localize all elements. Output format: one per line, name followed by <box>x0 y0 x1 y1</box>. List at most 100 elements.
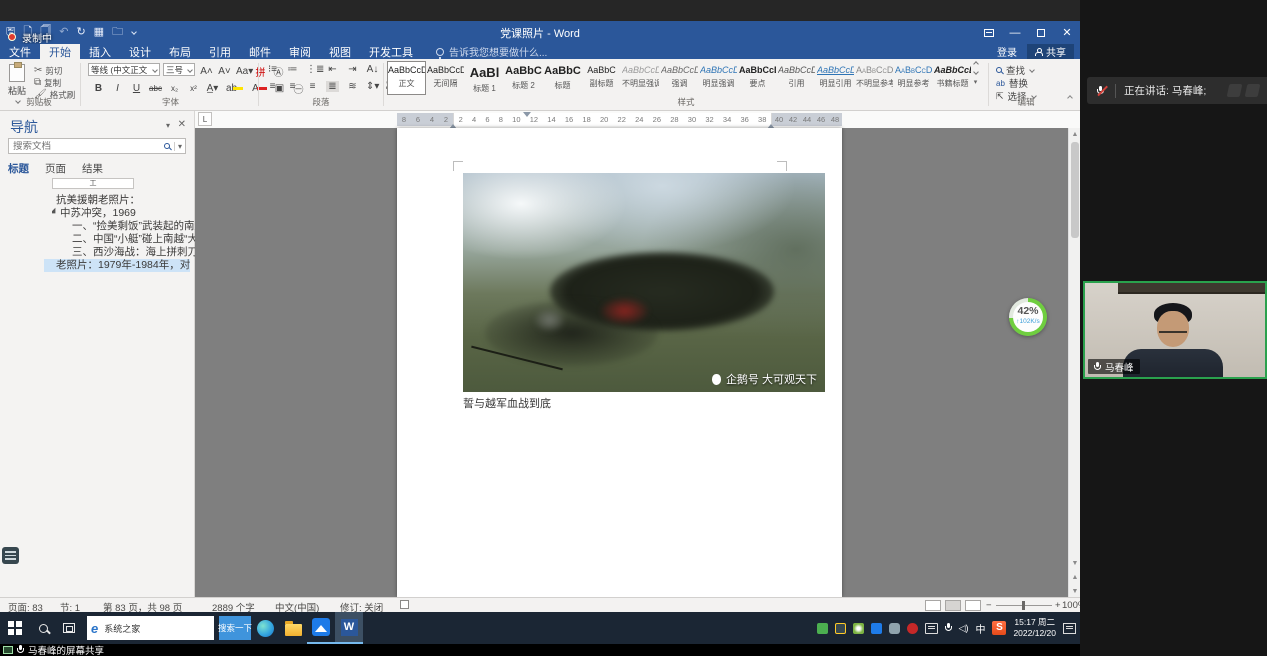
bold-button[interactable]: B <box>92 83 105 94</box>
cut-button[interactable]: ✂剪切 <box>34 65 62 77</box>
ribbon-tab[interactable]: 开始 <box>40 44 80 59</box>
style-item[interactable]: AaBbCcDc 正文 <box>387 61 426 95</box>
styles-more-icon[interactable]: ▾ <box>974 78 978 86</box>
volume-tray-icon[interactable]: ◁) <box>959 623 969 634</box>
meeting-tray-icon[interactable] <box>871 623 882 634</box>
numbering-icon[interactable]: ≔ <box>286 64 299 75</box>
search-go-button[interactable]: 搜索一下 <box>219 616 251 640</box>
align-center-icon[interactable]: ≡ <box>286 81 299 92</box>
panel-arrow-left-icon[interactable] <box>1227 84 1243 97</box>
nav-box-item[interactable]: 工 <box>52 178 134 189</box>
style-item[interactable]: AaBbC 标题 <box>543 61 582 95</box>
find-button[interactable]: 查找 <box>996 64 1034 76</box>
multilevel-list-icon[interactable]: ⋮≣ <box>306 64 319 75</box>
search-icon[interactable] <box>164 143 170 149</box>
align-left-icon[interactable]: ≡ <box>266 81 279 92</box>
font-name-combo[interactable]: 等线 (中文正文 <box>88 63 160 76</box>
style-item[interactable]: AaBbCcD 明显引用 <box>816 61 855 95</box>
taskbar-clock[interactable]: 15:17 周二 2022/12/20 <box>1013 617 1056 639</box>
mic-tray-icon[interactable] <box>945 623 952 633</box>
word-taskbar-icon[interactable]: W <box>335 612 363 644</box>
action-center-icon[interactable] <box>1063 623 1076 634</box>
justify-icon[interactable]: ≣ <box>326 81 339 92</box>
style-item[interactable]: AaBbC 副标题 <box>582 61 621 95</box>
nav-outline-item[interactable]: 抗美援朝老照片： <box>56 194 140 207</box>
ribbon-tab[interactable]: 布局 <box>160 44 200 59</box>
grow-font-icon[interactable]: A˄ <box>200 66 213 77</box>
styles-down-icon[interactable] <box>973 69 979 75</box>
style-item[interactable]: AaBbCcD 引用 <box>777 61 816 95</box>
panel-arrow-right-icon[interactable] <box>1245 84 1261 97</box>
align-right-icon[interactable]: ≡ <box>306 81 319 92</box>
style-item[interactable]: AaBbCcD 强调 <box>660 61 699 95</box>
nav-pane-close-icon[interactable]: ✕ <box>178 119 186 130</box>
ribbon-tab[interactable]: 文件 <box>0 44 40 59</box>
superscript-button[interactable]: x² <box>187 84 200 93</box>
distribute-icon[interactable]: ≋ <box>346 81 359 92</box>
scroll-thumb[interactable] <box>1071 142 1079 238</box>
style-item[interactable]: AaBbCcD 不明显强调 <box>621 61 660 95</box>
battery-tray-icon[interactable] <box>817 623 828 634</box>
monitor-tray-icon[interactable] <box>925 623 938 634</box>
style-item[interactable]: AaBbCcD 明显强调 <box>699 61 738 95</box>
ime-indicator[interactable]: 中 <box>975 621 985 636</box>
underline-button[interactable]: U <box>130 83 143 94</box>
line-spacing-icon[interactable]: ⇕▾ <box>366 81 379 92</box>
bullets-icon[interactable]: ⁝≡ <box>266 64 279 75</box>
ribbon-display-options-icon[interactable] <box>976 21 1002 44</box>
sort-icon[interactable]: A↓ <box>366 64 379 75</box>
subscript-button[interactable]: x₂ <box>168 84 181 93</box>
style-item[interactable]: AaBl 标题 1 <box>465 61 504 95</box>
ribbon-tab[interactable]: 邮件 <box>240 44 280 59</box>
nav-outline-item[interactable]: 二、中国“小艇”碰上南越“大舰” <box>72 233 212 246</box>
style-item[interactable]: AaBbCcDc 无间隔 <box>426 61 465 95</box>
ribbon-tab[interactable]: 设计 <box>120 44 160 59</box>
taskbar-search-icon[interactable] <box>30 612 56 644</box>
phone-tray-icon[interactable] <box>889 623 900 634</box>
strikethrough-button[interactable]: abc <box>149 84 162 93</box>
collapse-ribbon-icon[interactable] <box>1067 89 1072 107</box>
nav-outline-item[interactable]: 一、“捡美剩饭”武装起的南越... <box>72 220 214 233</box>
print-layout-icon[interactable] <box>945 600 961 611</box>
style-item[interactable]: AaBbC 标题 2 <box>504 61 543 95</box>
style-item[interactable]: AaBbCcDc 明显参考 <box>894 61 933 95</box>
italic-button[interactable]: I <box>111 83 124 94</box>
draw-table-icon[interactable]: ▦ <box>94 27 104 38</box>
undo-icon[interactable]: ↶ <box>59 27 68 38</box>
meeting-app-icon[interactable] <box>307 612 335 644</box>
read-mode-icon[interactable] <box>925 600 941 611</box>
browser-search-input[interactable] <box>102 622 214 634</box>
search-options-icon[interactable]: ▾ <box>174 142 185 151</box>
sogou-tray-icon[interactable]: S <box>992 621 1006 635</box>
nav-outline-item[interactable]: 中苏冲突，1969 <box>52 207 136 220</box>
nav-tab[interactable]: 页面 <box>45 161 66 176</box>
ribbon-tab[interactable]: 视图 <box>320 44 360 59</box>
ribbon-tab[interactable]: 开发工具 <box>360 44 422 59</box>
style-item[interactable]: AaBbCcD 要点 <box>738 61 777 95</box>
web-layout-icon[interactable] <box>965 600 981 611</box>
qat-customize-icon[interactable] <box>131 29 137 35</box>
style-item[interactable]: AaBbCcD 书籍标题 <box>933 61 972 95</box>
ribbon-tab[interactable]: 审阅 <box>280 44 320 59</box>
zoom-out-icon[interactable]: − <box>986 600 992 611</box>
macro-record-icon[interactable] <box>400 600 409 609</box>
sign-in-link[interactable]: 登录 <box>997 44 1017 59</box>
participant-video[interactable]: 马春峰 <box>1083 281 1267 379</box>
font-size-combo[interactable]: 三号 <box>163 63 195 76</box>
nav-pane-menu-icon[interactable]: ▾ <box>166 121 170 130</box>
tab-selector[interactable]: L <box>198 112 212 126</box>
change-case-icon[interactable]: Aa▾ <box>236 66 249 77</box>
folder-icon[interactable]: 🗀 <box>112 27 123 38</box>
task-view-icon[interactable] <box>56 612 82 644</box>
close-button[interactable]: ✕ <box>1054 21 1080 44</box>
nav-tab[interactable]: 标题 <box>8 161 29 176</box>
shrink-font-icon[interactable]: A˅ <box>218 66 231 77</box>
minimize-button[interactable]: — <box>1002 21 1028 44</box>
start-button[interactable] <box>0 612 30 644</box>
style-item[interactable]: AaBbCcDc 不明显参考 <box>855 61 894 95</box>
speed-ball[interactable]: 42% ↑102K/s <box>1009 298 1047 336</box>
floating-list-icon[interactable] <box>2 547 19 564</box>
text-effects-icon[interactable]: A̲▾ <box>206 83 219 94</box>
replace-button[interactable]: ab替换 <box>996 77 1028 89</box>
document-page[interactable]: 企鹅号 大可观天下 誓与越军血战到底 <box>397 128 842 597</box>
